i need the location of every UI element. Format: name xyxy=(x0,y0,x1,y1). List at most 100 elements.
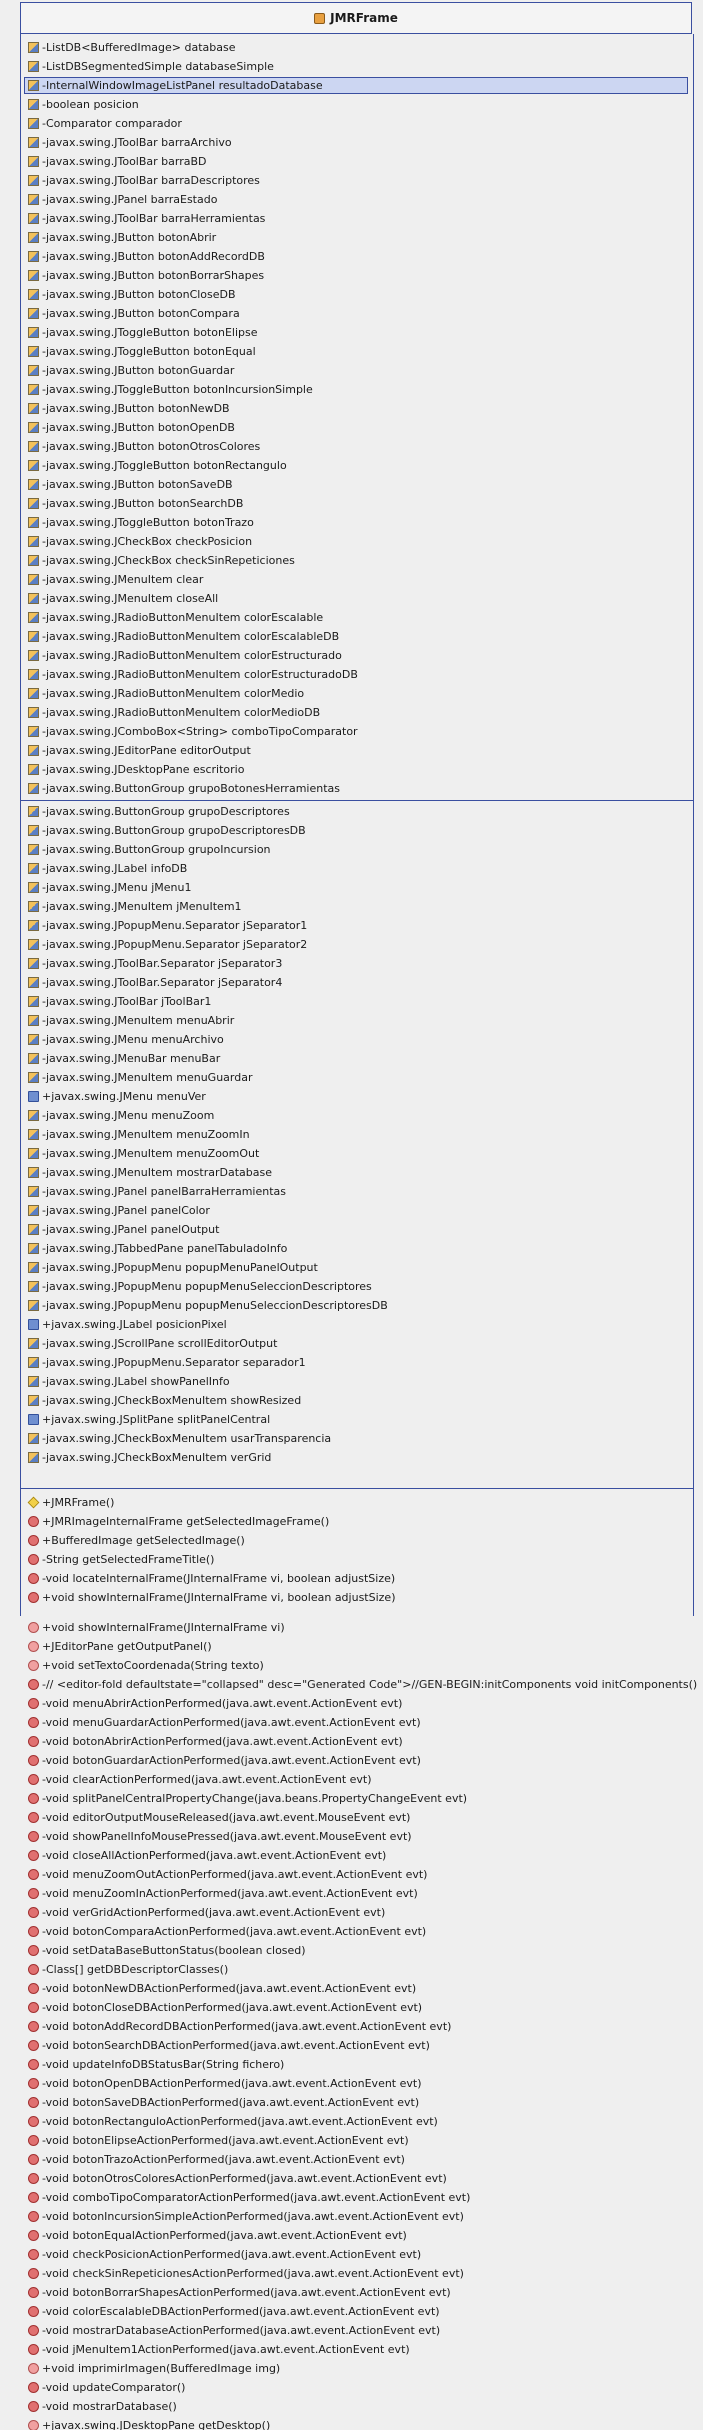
field-row[interactable]: -javax.swing.JMenuItem menuZoomIn xyxy=(28,1126,250,1143)
field-row[interactable]: -javax.swing.JPanel panelBarraHerramient… xyxy=(28,1183,286,1200)
field-row[interactable]: +javax.swing.JSplitPane splitPanelCentra… xyxy=(28,1411,270,1428)
method-row[interactable]: -void setDataBaseButtonStatus(boolean cl… xyxy=(28,1942,306,1959)
field-row[interactable]: -javax.swing.JMenuItem clear xyxy=(28,571,203,588)
method-row[interactable]: -void menuZoomOutActionPerformed(java.aw… xyxy=(28,1866,427,1883)
method-row[interactable]: -void clearActionPerformed(java.awt.even… xyxy=(28,1771,372,1788)
field-row[interactable]: -javax.swing.ButtonGroup grupoDescriptor… xyxy=(28,803,290,820)
field-row[interactable]: -javax.swing.JComboBox<String> comboTipo… xyxy=(28,723,358,740)
field-row[interactable]: -javax.swing.ButtonGroup grupoBotonesHer… xyxy=(28,780,340,797)
method-row[interactable]: -void botonIncursionSimpleActionPerforme… xyxy=(28,2208,464,2225)
field-row[interactable]: -javax.swing.ButtonGroup grupoIncursion xyxy=(28,841,271,858)
method-row[interactable]: -Class[] getDBDescriptorClasses() xyxy=(28,1961,228,1978)
field-row[interactable]: -javax.swing.JTabbedPane panelTabuladoIn… xyxy=(28,1240,287,1257)
field-row[interactable]: -javax.swing.JMenu menuZoom xyxy=(28,1107,214,1124)
field-row[interactable]: -ListDBSegmentedSimple databaseSimple xyxy=(28,58,274,75)
field-row[interactable]: -javax.swing.JPopupMenu.Separator separa… xyxy=(28,1354,306,1371)
field-row[interactable]: -javax.swing.JRadioButtonMenuItem colorE… xyxy=(28,666,358,683)
method-row[interactable]: -void jMenuItem1ActionPerformed(java.awt… xyxy=(28,2341,410,2358)
field-row[interactable]: -javax.swing.JCheckBox checkSinRepeticio… xyxy=(28,552,295,569)
field-row[interactable]: -javax.swing.JToolBar jToolBar1 xyxy=(28,993,211,1010)
field-row[interactable]: -ListDB<BufferedImage> database xyxy=(28,39,236,56)
field-row[interactable]: +javax.swing.JLabel posicionPixel xyxy=(28,1316,227,1333)
method-row[interactable]: -void showPanelInfoMousePressed(java.awt… xyxy=(28,1828,412,1845)
method-row[interactable]: +void imprimirImagen(BufferedImage img) xyxy=(28,2360,280,2377)
method-row[interactable]: +BufferedImage getSelectedImage() xyxy=(28,1532,245,1549)
field-row[interactable]: -javax.swing.JToolBar barraArchivo xyxy=(28,134,232,151)
field-row[interactable]: -javax.swing.JMenuItem menuZoomOut xyxy=(28,1145,259,1162)
method-row[interactable]: -void botonAddRecordDBActionPerformed(ja… xyxy=(28,2018,451,2035)
method-row[interactable]: -// <editor-fold defaultstate="collapsed… xyxy=(28,1676,697,1693)
method-row[interactable]: -void botonAbrirActionPerformed(java.awt… xyxy=(28,1733,403,1750)
field-row[interactable]: -javax.swing.JMenuItem closeAll xyxy=(28,590,218,607)
field-row[interactable]: -javax.swing.JPopupMenu.Separator jSepar… xyxy=(28,917,307,934)
method-row[interactable]: -void colorEscalableDBActionPerformed(ja… xyxy=(28,2303,440,2320)
method-row[interactable]: -void verGridActionPerformed(java.awt.ev… xyxy=(28,1904,385,1921)
field-row[interactable]: -javax.swing.JButton botonOpenDB xyxy=(28,419,235,436)
method-row[interactable]: +void showInternalFrame(JInternalFrame v… xyxy=(28,1589,396,1606)
field-row[interactable]: -javax.swing.JDesktopPane escritorio xyxy=(28,761,244,778)
field-row[interactable]: -javax.swing.JButton botonGuardar xyxy=(28,362,234,379)
method-row[interactable]: -String getSelectedFrameTitle() xyxy=(28,1551,214,1568)
field-row[interactable]: -javax.swing.JPanel panelOutput xyxy=(28,1221,219,1238)
field-row[interactable]: -javax.swing.JToggleButton botonIncursio… xyxy=(28,381,313,398)
method-row[interactable]: -void botonComparaActionPerformed(java.a… xyxy=(28,1923,426,1940)
field-row[interactable]: -javax.swing.JButton botonNewDB xyxy=(28,400,230,417)
field-row[interactable]: -InternalWindowImageListPanel resultadoD… xyxy=(28,77,323,94)
field-row[interactable]: -javax.swing.JPanel panelColor xyxy=(28,1202,210,1219)
field-row[interactable]: -javax.swing.JButton botonSearchDB xyxy=(28,495,243,512)
field-row[interactable]: -javax.swing.JCheckBoxMenuItem usarTrans… xyxy=(28,1430,331,1447)
method-row[interactable]: -void menuZoomInActionPerformed(java.awt… xyxy=(28,1885,418,1902)
method-row[interactable]: -void checkPosicionActionPerformed(java.… xyxy=(28,2246,421,2263)
field-row[interactable]: -javax.swing.JCheckBoxMenuItem verGrid xyxy=(28,1449,271,1466)
field-row[interactable]: -javax.swing.JPopupMenu popupMenuSelecci… xyxy=(28,1297,388,1314)
method-row[interactable]: -void checkSinRepeticionesActionPerforme… xyxy=(28,2265,464,2282)
method-row[interactable]: -void mostrarDatabase() xyxy=(28,2398,177,2415)
field-row[interactable]: -javax.swing.JScrollPane scrollEditorOut… xyxy=(28,1335,277,1352)
field-row[interactable]: -javax.swing.JButton botonCloseDB xyxy=(28,286,236,303)
method-row[interactable]: -void botonRectanguloActionPerformed(jav… xyxy=(28,2113,438,2130)
field-row[interactable]: -javax.swing.JPanel barraEstado xyxy=(28,191,217,208)
field-row[interactable]: -javax.swing.JToggleButton botonRectangu… xyxy=(28,457,287,474)
field-row[interactable]: -javax.swing.JMenuItem menuAbrir xyxy=(28,1012,234,1029)
method-row[interactable]: -void botonTrazoActionPerformed(java.awt… xyxy=(28,2151,405,2168)
field-row[interactable]: -javax.swing.JToolBar barraDescriptores xyxy=(28,172,260,189)
field-row[interactable]: +javax.swing.JMenu menuVer xyxy=(28,1088,206,1105)
field-row[interactable]: -javax.swing.JButton botonOtrosColores xyxy=(28,438,260,455)
method-row[interactable]: +void showInternalFrame(JInternalFrame v… xyxy=(28,1619,285,1636)
method-row[interactable]: -void botonNewDBActionPerformed(java.awt… xyxy=(28,1980,416,1997)
field-row[interactable]: -javax.swing.JPopupMenu popupMenuPanelOu… xyxy=(28,1259,318,1276)
method-row[interactable]: -void botonOpenDBActionPerformed(java.aw… xyxy=(28,2075,422,2092)
field-row[interactable]: -javax.swing.JCheckBox checkPosicion xyxy=(28,533,252,550)
field-row[interactable]: -javax.swing.JCheckBoxMenuItem showResiz… xyxy=(28,1392,301,1409)
field-row[interactable]: -javax.swing.JButton botonCompara xyxy=(28,305,240,322)
field-row[interactable]: -javax.swing.JRadioButtonMenuItem colorE… xyxy=(28,647,342,664)
method-row[interactable]: +JEditorPane getOutputPanel() xyxy=(28,1638,212,1655)
field-row[interactable]: -javax.swing.JMenuItem mostrarDatabase xyxy=(28,1164,272,1181)
field-row[interactable]: -javax.swing.JToggleButton botonTrazo xyxy=(28,514,254,531)
field-row[interactable]: -javax.swing.JPopupMenu.Separator jSepar… xyxy=(28,936,307,953)
field-row[interactable]: -javax.swing.JToolBar barraHerramientas xyxy=(28,210,265,227)
method-row[interactable]: +javax.swing.JDesktopPane getDesktop() xyxy=(28,2417,270,2430)
field-row[interactable]: -javax.swing.JMenuItem jMenuItem1 xyxy=(28,898,242,915)
field-row[interactable]: -javax.swing.JToolBar barraBD xyxy=(28,153,207,170)
method-row[interactable]: -void closeAllActionPerformed(java.awt.e… xyxy=(28,1847,386,1864)
field-row[interactable]: -javax.swing.JButton botonAddRecordDB xyxy=(28,248,265,265)
field-row[interactable]: -javax.swing.JButton botonBorrarShapes xyxy=(28,267,264,284)
method-row[interactable]: -void updateInfoDBStatusBar(String fiche… xyxy=(28,2056,284,2073)
field-row[interactable]: -javax.swing.JEditorPane editorOutput xyxy=(28,742,251,759)
field-row[interactable]: -javax.swing.JButton botonSaveDB xyxy=(28,476,233,493)
method-row[interactable]: -void botonGuardarActionPerformed(java.a… xyxy=(28,1752,421,1769)
field-row[interactable]: -javax.swing.JLabel infoDB xyxy=(28,860,187,877)
field-row[interactable]: -javax.swing.ButtonGroup grupoDescriptor… xyxy=(28,822,306,839)
field-row[interactable]: -javax.swing.JMenuBar menuBar xyxy=(28,1050,220,1067)
field-row[interactable]: -javax.swing.JPopupMenu popupMenuSelecci… xyxy=(28,1278,372,1295)
method-row[interactable]: +void setTextoCoordenada(String texto) xyxy=(28,1657,264,1674)
method-row[interactable]: -void botonSaveDBActionPerformed(java.aw… xyxy=(28,2094,419,2111)
field-row[interactable]: -javax.swing.JToggleButton botonElipse xyxy=(28,324,257,341)
field-row[interactable]: -javax.swing.JLabel showPanelInfo xyxy=(28,1373,230,1390)
method-row[interactable]: -void mostrarDatabaseActionPerformed(jav… xyxy=(28,2322,440,2339)
field-row[interactable]: -javax.swing.JToolBar.Separator jSeparat… xyxy=(28,974,282,991)
method-row[interactable]: -void editorOutputMouseReleased(java.awt… xyxy=(28,1809,410,1826)
field-row[interactable]: -javax.swing.JButton botonAbrir xyxy=(28,229,216,246)
method-row[interactable]: -void botonCloseDBActionPerformed(java.a… xyxy=(28,1999,422,2016)
